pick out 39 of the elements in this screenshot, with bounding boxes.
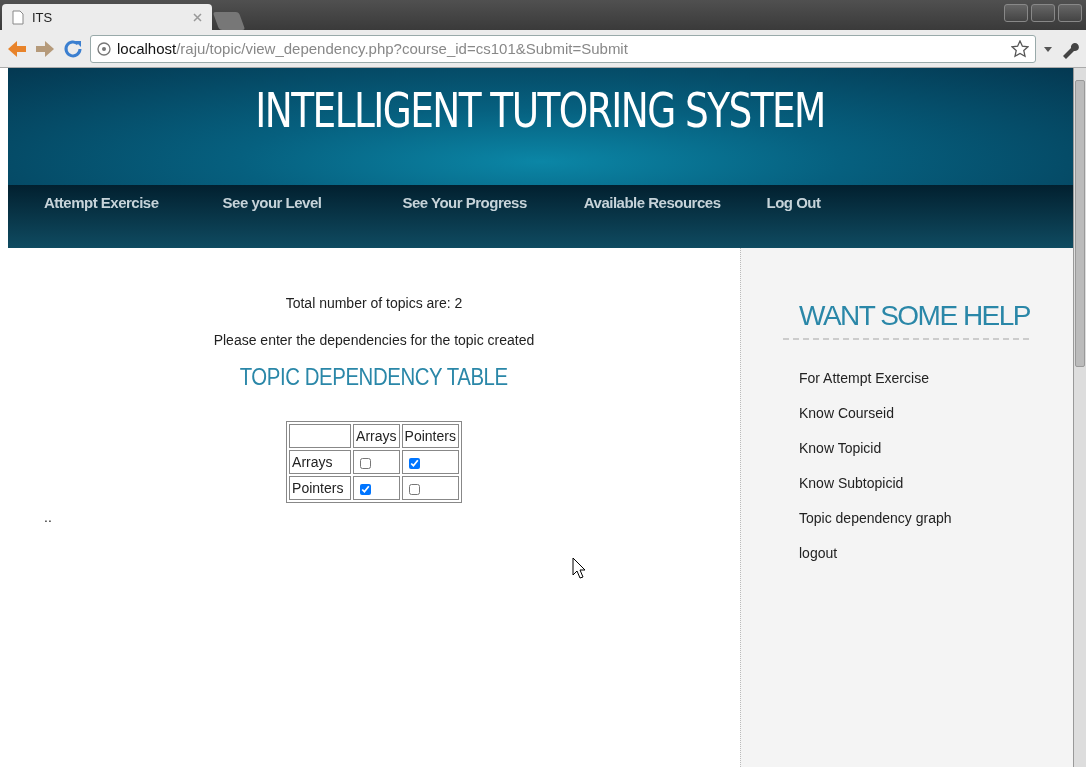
nav-link[interactable]: See Your Progress [402, 185, 527, 211]
table-heading: TOPIC DEPENDENCY TABLE [240, 363, 508, 391]
site-title: INTELLIGENT TUTORING SYSTEM [255, 82, 826, 138]
checkbox[interactable] [360, 483, 372, 495]
row-header: Arrays [289, 450, 352, 474]
page-icon[interactable] [12, 9, 24, 25]
sidebar-link[interactable]: Know Topicid [799, 440, 1073, 456]
topic-count-text: Total number of topics are: 2 [285, 295, 463, 311]
sidebar-heading: WANT SOME HELP [783, 300, 1029, 340]
nav-link[interactable]: Attempt Exercise [44, 185, 159, 211]
restore-button[interactable] [1031, 4, 1055, 22]
scroll-thumb[interactable] [1075, 80, 1085, 367]
dots-text: .. [44, 509, 52, 525]
address-field[interactable]: localhost/raju/topic/view_dependency.php?course_id=cs101&Submit=Submit [90, 34, 1036, 63]
browser-tab[interactable]: ITS [2, 4, 212, 30]
sidebar-link[interactable]: Know Subtopicid [799, 475, 1073, 491]
nav-link[interactable]: Available Resources [583, 185, 721, 211]
instruction-text: Please enter the dependencies for the topic created [213, 332, 535, 348]
close-icon[interactable] [193, 12, 202, 22]
new-tab-button[interactable] [212, 12, 246, 30]
checkbox[interactable] [408, 457, 420, 469]
row-header: Pointers [289, 476, 352, 500]
nav-link[interactable]: See your Level [222, 185, 322, 211]
checkbox[interactable] [360, 457, 372, 469]
sidebar-link[interactable]: For Attempt Exercise [799, 370, 1073, 386]
nav-link[interactable]: Log Out [766, 185, 821, 211]
scrollbar[interactable] [1073, 68, 1086, 767]
sidebar-link[interactable]: Know Courseid [799, 405, 1073, 421]
table-cell [289, 424, 352, 448]
column-header: Pointers [401, 424, 459, 448]
close-button[interactable] [1058, 4, 1082, 22]
checkbox[interactable] [408, 483, 420, 495]
cursor-icon[interactable] [572, 557, 586, 579]
sidebar-link[interactable]: Topic dependency graph [799, 510, 1073, 526]
star-icon[interactable] [1011, 39, 1029, 58]
column-header: Arrays [353, 424, 400, 448]
minimize-button[interactable] [1004, 4, 1028, 22]
sidebar-link[interactable]: logout [799, 545, 1073, 561]
reload-icon[interactable] [62, 37, 84, 60]
